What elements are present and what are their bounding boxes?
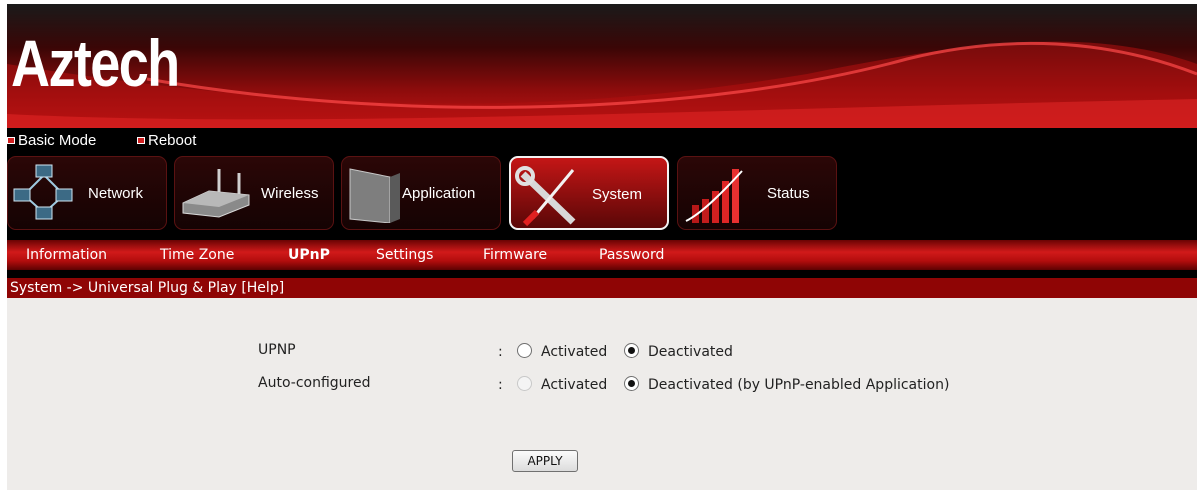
auto-configured-activated-label: Activated — [541, 377, 608, 393]
tab-network[interactable]: Network — [7, 156, 167, 230]
auto-configured-label: Auto-configured — [258, 375, 371, 391]
auto-configured-activated-radio — [517, 376, 532, 391]
basic-mode-label: Basic Mode — [18, 132, 97, 149]
upnp-activated-radio[interactable] — [517, 343, 532, 358]
router-admin-page: Aztech Basic Mode Reboot Network Wireles… — [7, 4, 1197, 490]
auto-configured-deactivated-label: Deactivated (by UPnP-enabled Application… — [648, 377, 950, 393]
chart-icon — [685, 169, 743, 223]
sub-navigation: Information Time Zone UPnP Settings Firm… — [7, 240, 1197, 270]
aztech-logo[interactable]: Aztech — [11, 30, 180, 96]
tab-system[interactable]: System — [509, 156, 669, 230]
upnp-deactivated-label: Deactivated — [648, 344, 733, 360]
auto-configured-colon: : — [498, 377, 503, 393]
subtab-firmware[interactable]: Firmware — [483, 247, 547, 263]
tab-system-label: System — [592, 186, 643, 203]
tab-status-label: Status — [767, 185, 810, 202]
breadcrumb-bar: System -> Universal Plug & Play [Help] — [7, 278, 1197, 298]
upnp-activated-label: Activated — [541, 344, 608, 360]
upnp-deactivated-radio[interactable] — [624, 343, 639, 358]
apply-button[interactable]: APPLY — [512, 450, 578, 472]
subtab-password[interactable]: Password — [599, 247, 664, 263]
reboot-label: Reboot — [148, 132, 197, 149]
reboot-link[interactable]: Reboot — [137, 132, 196, 149]
subtab-upnp[interactable]: UPnP — [288, 247, 330, 263]
tab-status[interactable]: Status — [677, 156, 837, 230]
header-banner: Aztech — [7, 4, 1197, 128]
device-icon — [349, 168, 400, 223]
tab-wireless[interactable]: Wireless — [174, 156, 334, 230]
upnp-label: UPNP — [258, 342, 296, 358]
banner-swoosh — [7, 41, 1197, 128]
divider — [7, 270, 1197, 278]
main-navigation: Basic Mode Reboot Network Wireless Appli… — [7, 128, 1197, 240]
tab-wireless-label: Wireless — [261, 185, 319, 202]
auto-configured-deactivated-radio[interactable] — [624, 376, 639, 391]
tab-network-label: Network — [88, 185, 144, 202]
router-icon — [182, 169, 250, 218]
tab-application[interactable]: Application — [341, 156, 501, 230]
bullet-icon — [7, 137, 15, 144]
basic-mode-link[interactable]: Basic Mode — [7, 132, 96, 149]
upnp-colon: : — [498, 344, 503, 360]
network-icon — [13, 164, 73, 220]
tools-icon — [515, 166, 576, 227]
tab-application-label: Application — [402, 185, 476, 202]
subtab-information[interactable]: Information — [26, 247, 107, 263]
subtab-settings[interactable]: Settings — [376, 247, 433, 263]
bullet-icon — [137, 137, 145, 144]
breadcrumb[interactable]: System -> Universal Plug & Play [Help] — [10, 280, 284, 296]
subtab-time-zone[interactable]: Time Zone — [160, 247, 234, 263]
